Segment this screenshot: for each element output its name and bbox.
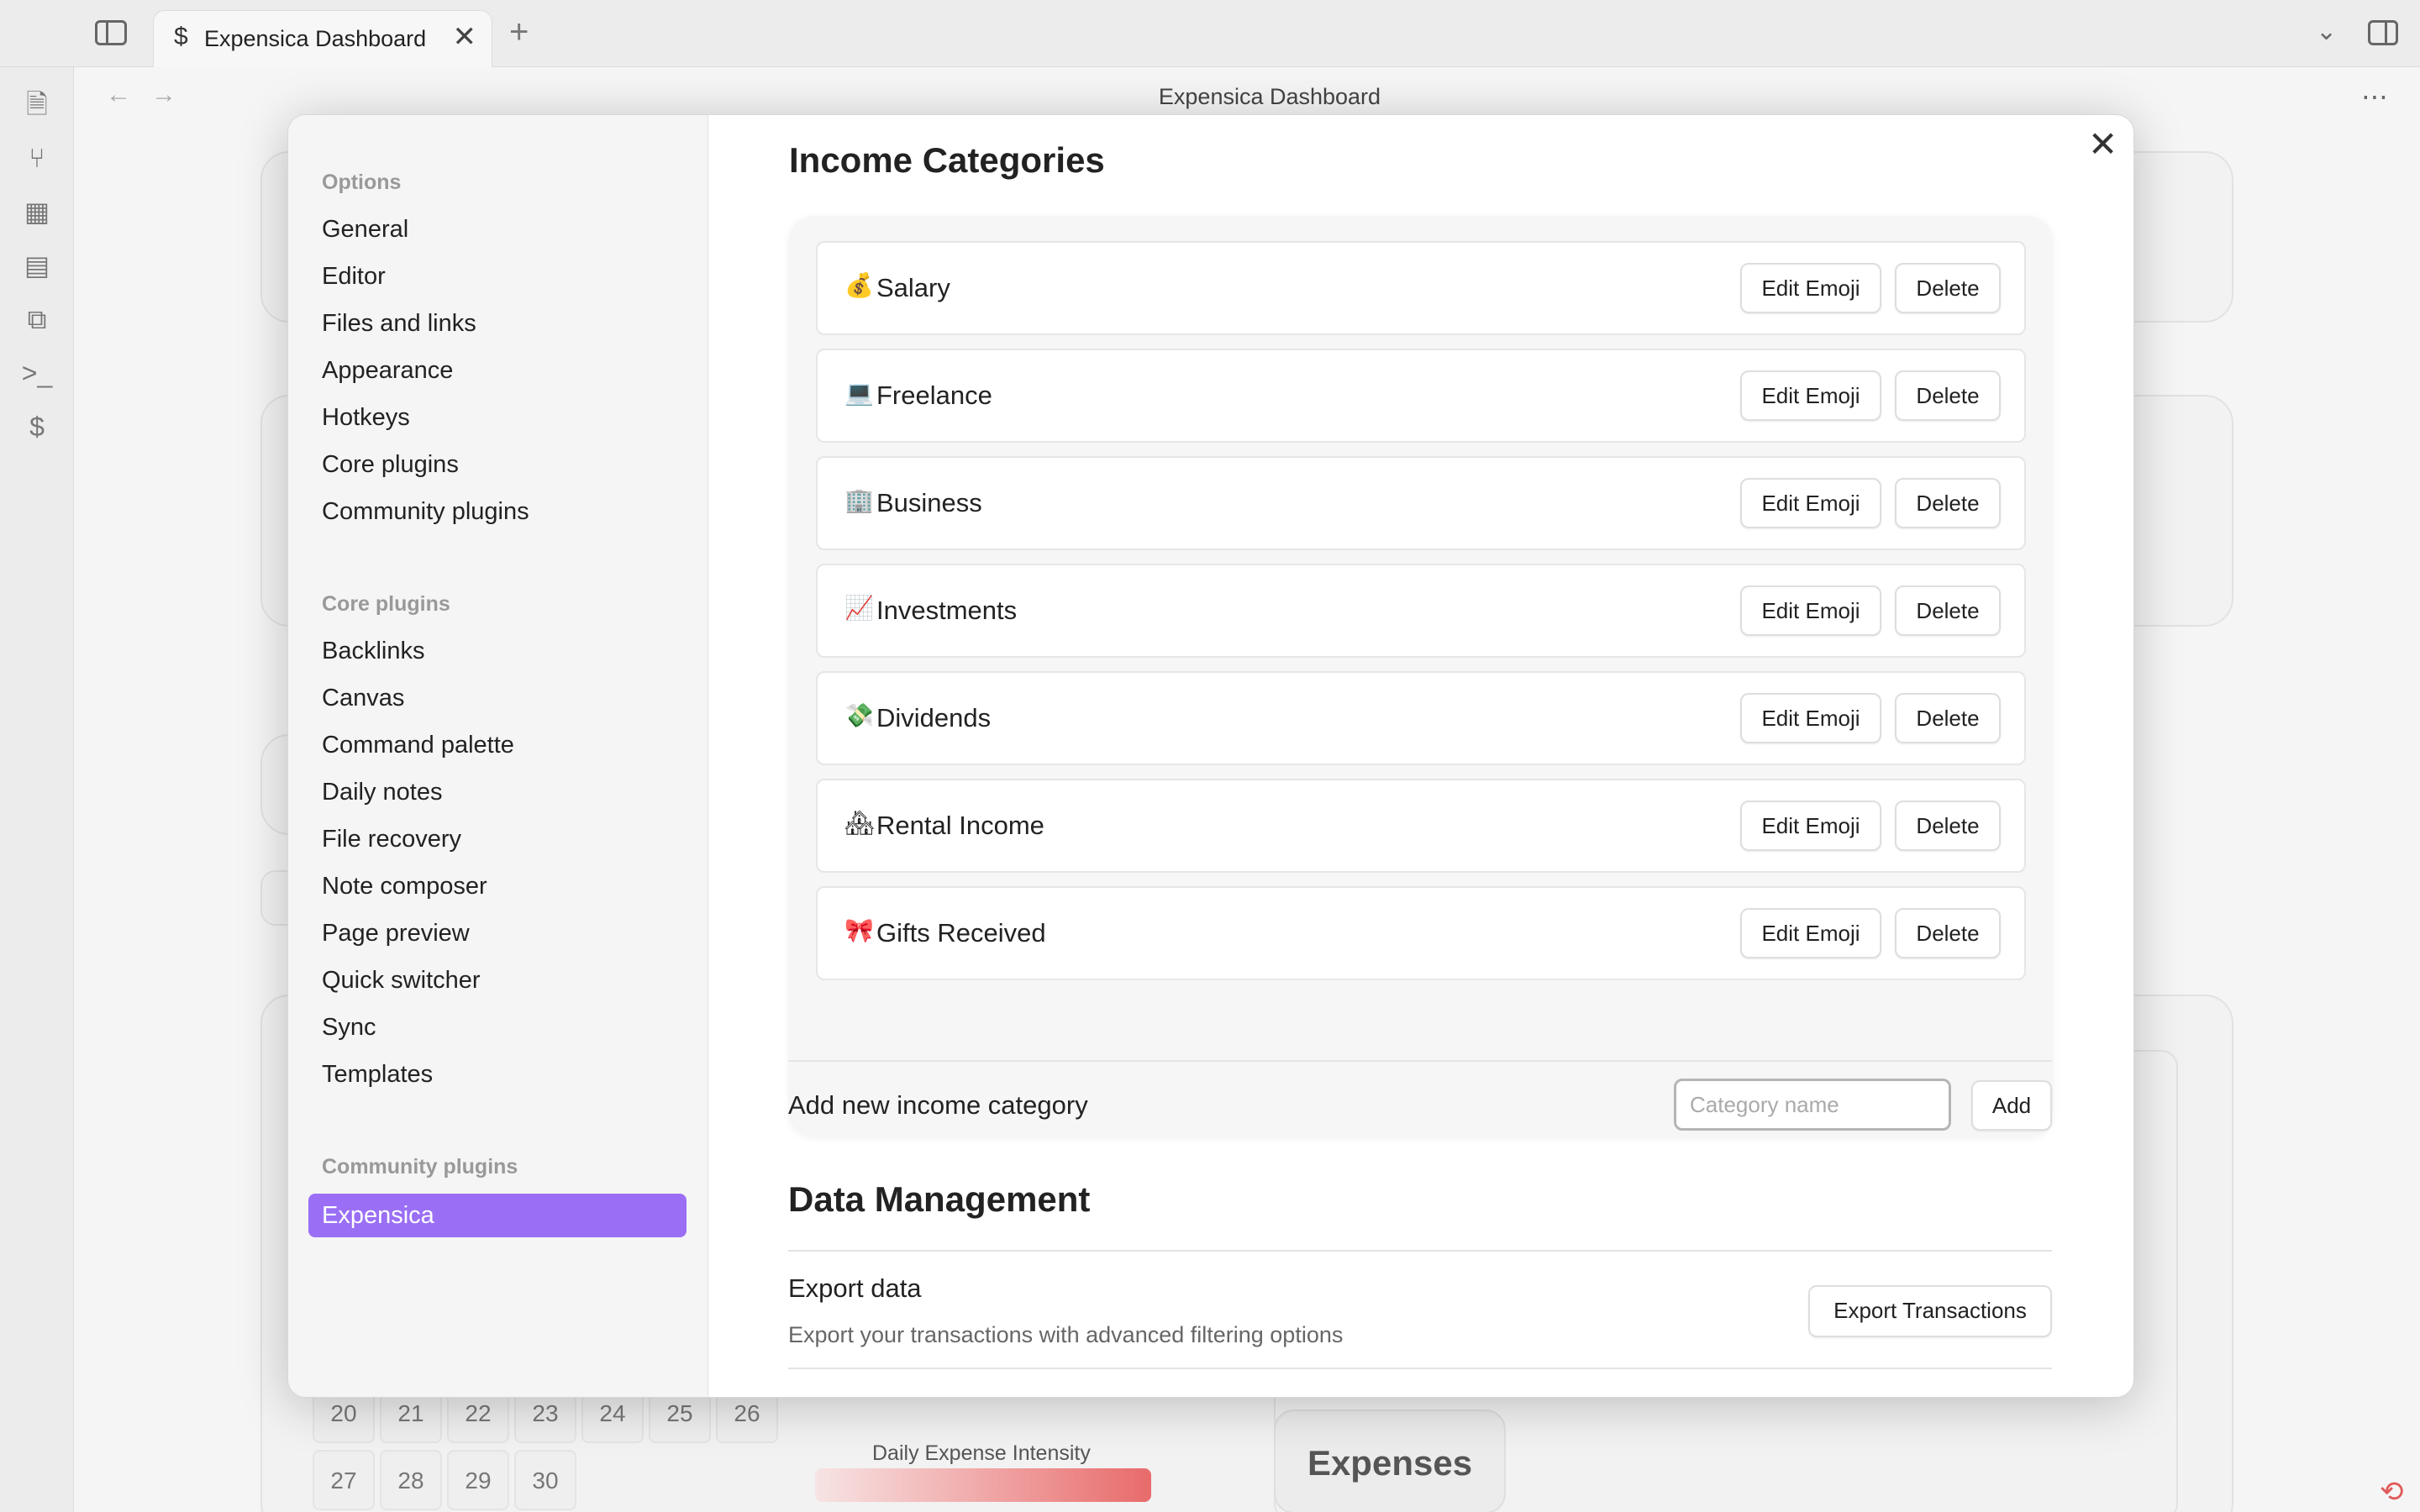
chevron-down-icon[interactable]: ⌄ <box>2316 17 2337 46</box>
category-emoji: 🏢 <box>844 487 874 513</box>
sidebar-item-files-and-links[interactable]: Files and links <box>308 302 687 345</box>
delete-button[interactable]: Delete <box>1895 693 2001 743</box>
view-title: Expensica Dashboard <box>1158 84 1381 109</box>
graph-icon[interactable]: ⑂ <box>20 141 54 175</box>
category-emoji: 📈 <box>844 595 874 621</box>
left-sidebar-toggle-icon[interactable] <box>95 20 127 45</box>
category-row-freelance: 💻 Freelance Edit Emoji Delete <box>816 349 2026 443</box>
sync-error-icon[interactable]: ⟲ <box>2380 1475 2404 1509</box>
terminal-icon[interactable]: >_ <box>20 356 54 390</box>
category-row-salary: 💰 Salary Edit Emoji Delete <box>816 241 2026 335</box>
tab-expensica-dashboard[interactable]: $ Expensica Dashboard ✕ <box>153 10 492 67</box>
calendar-day[interactable]: 27 <box>313 1450 375 1510</box>
category-name-input[interactable] <box>1674 1079 1951 1131</box>
community-plugins-heading: Community plugins <box>322 1155 518 1179</box>
options-heading: Options <box>322 171 402 194</box>
settings-sidebar: Options General Editor Files and links A… <box>288 115 708 1397</box>
sidebar-item-sync[interactable]: Sync <box>308 1005 687 1049</box>
right-sidebar-toggle-icon[interactable] <box>2368 20 2398 45</box>
divider <box>788 1368 2052 1369</box>
settings-modal: Options General Editor Files and links A… <box>287 114 2134 1398</box>
more-options-icon[interactable]: ⋯ <box>2361 81 2388 113</box>
edit-emoji-button[interactable]: Edit Emoji <box>1740 263 1881 313</box>
calendar-day[interactable]: 29 <box>447 1450 509 1510</box>
sidebar-item-command-palette[interactable]: Command palette <box>308 723 687 767</box>
sidebar-item-editor[interactable]: Editor <box>308 255 687 298</box>
export-transactions-button[interactable]: Export Transactions <box>1808 1285 2052 1337</box>
category-name: Freelance <box>876 381 992 410</box>
close-icon[interactable]: ✕ <box>2088 127 2118 162</box>
expenses-tab[interactable]: Expenses <box>1274 1410 1506 1512</box>
category-name: Dividends <box>876 703 992 732</box>
delete-button[interactable]: Delete <box>1895 478 2001 528</box>
tab-title: Expensica Dashboard <box>204 26 427 51</box>
sidebar-item-backlinks[interactable]: Backlinks <box>308 629 687 673</box>
dollar-icon: $ <box>174 23 188 50</box>
delete-button[interactable]: Delete <box>1895 370 2001 421</box>
category-name: Rental Income <box>876 811 1044 840</box>
add-category-button[interactable]: Add <box>1971 1080 2052 1131</box>
left-ribbon: 🗎 ⑂ ▦ ▤ ⧉ >_ $ <box>0 67 74 1512</box>
export-data-description: Export your transactions with advanced f… <box>788 1322 1344 1347</box>
category-row-business: 🏢 Business Edit Emoji Delete <box>816 456 2026 550</box>
sidebar-item-file-recovery[interactable]: File recovery <box>308 817 687 861</box>
divider <box>788 1250 2052 1252</box>
edit-emoji-button[interactable]: Edit Emoji <box>1740 693 1881 743</box>
sidebar-item-expensica[interactable]: Expensica <box>308 1194 687 1237</box>
new-tab-icon[interactable]: + <box>509 15 529 49</box>
sidebar-item-appearance[interactable]: Appearance <box>308 349 687 392</box>
category-name: Investments <box>876 596 1018 625</box>
add-income-category-label: Add new income category <box>788 1090 1088 1120</box>
sidebar-item-note-composer[interactable]: Note composer <box>308 864 687 908</box>
category-row-rental-income: 🏘 Rental Income Edit Emoji Delete <box>816 779 2026 873</box>
pages-icon[interactable]: ⧉ <box>20 302 54 336</box>
category-emoji: 💸 <box>844 702 874 728</box>
intensity-label: Daily Expense Intensity <box>872 1441 1091 1465</box>
edit-emoji-button[interactable]: Edit Emoji <box>1740 370 1881 421</box>
category-row-gifts-received: 🎀 Gifts Received Edit Emoji Delete <box>816 886 2026 980</box>
sidebar-item-page-preview[interactable]: Page preview <box>308 911 687 955</box>
edit-emoji-button[interactable]: Edit Emoji <box>1740 908 1881 958</box>
intensity-bar <box>815 1468 1151 1502</box>
calendar-icon[interactable]: ▤ <box>20 249 54 282</box>
sidebar-item-core-plugins[interactable]: Core plugins <box>308 443 687 486</box>
category-name: Gifts Received <box>876 918 1046 948</box>
edit-emoji-button[interactable]: Edit Emoji <box>1740 478 1881 528</box>
delete-button[interactable]: Delete <box>1895 801 2001 851</box>
sidebar-item-templates[interactable]: Templates <box>308 1053 687 1096</box>
sidebar-item-hotkeys[interactable]: Hotkeys <box>308 396 687 439</box>
category-name: Salary <box>876 273 950 302</box>
export-data-label: Export data <box>788 1273 922 1303</box>
sidebar-item-daily-notes[interactable]: Daily notes <box>308 770 687 814</box>
category-name: Business <box>876 488 982 517</box>
delete-button[interactable]: Delete <box>1895 263 2001 313</box>
close-tab-icon[interactable]: ✕ <box>453 23 477 51</box>
dollar-icon[interactable]: $ <box>20 410 54 444</box>
calendar-day[interactable]: 28 <box>380 1450 442 1510</box>
category-emoji: 🏘 <box>844 810 875 836</box>
delete-button[interactable]: Delete <box>1895 585 2001 636</box>
calendar-day[interactable]: 30 <box>514 1450 576 1510</box>
sidebar-item-quick-switcher[interactable]: Quick switcher <box>308 958 687 1002</box>
data-management-title: Data Management <box>788 1179 1091 1219</box>
dashboard-icon[interactable]: ▦ <box>20 195 54 228</box>
edit-emoji-button[interactable]: Edit Emoji <box>1740 801 1881 851</box>
divider <box>788 1060 2052 1062</box>
category-emoji: 🎀 <box>844 917 874 943</box>
delete-button[interactable]: Delete <box>1895 908 2001 958</box>
tab-bar: $ Expensica Dashboard ✕ + ⌄ <box>0 0 2420 67</box>
category-emoji: 💻 <box>844 380 874 406</box>
edit-emoji-button[interactable]: Edit Emoji <box>1740 585 1881 636</box>
category-emoji: 💰 <box>844 272 874 298</box>
category-row-dividends: 💸 Dividends Edit Emoji Delete <box>816 671 2026 765</box>
sidebar-item-general[interactable]: General <box>308 207 687 251</box>
category-row-investments: 📈 Investments Edit Emoji Delete <box>816 564 2026 658</box>
category-list: 💰 Salary Edit Emoji Delete 💻 Freelance E… <box>789 216 2053 1137</box>
sidebar-item-community-plugins[interactable]: Community plugins <box>308 490 687 533</box>
income-categories-title: Income Categories <box>789 140 1105 180</box>
core-plugins-heading: Core plugins <box>322 592 450 616</box>
sidebar-item-canvas[interactable]: Canvas <box>308 676 687 720</box>
